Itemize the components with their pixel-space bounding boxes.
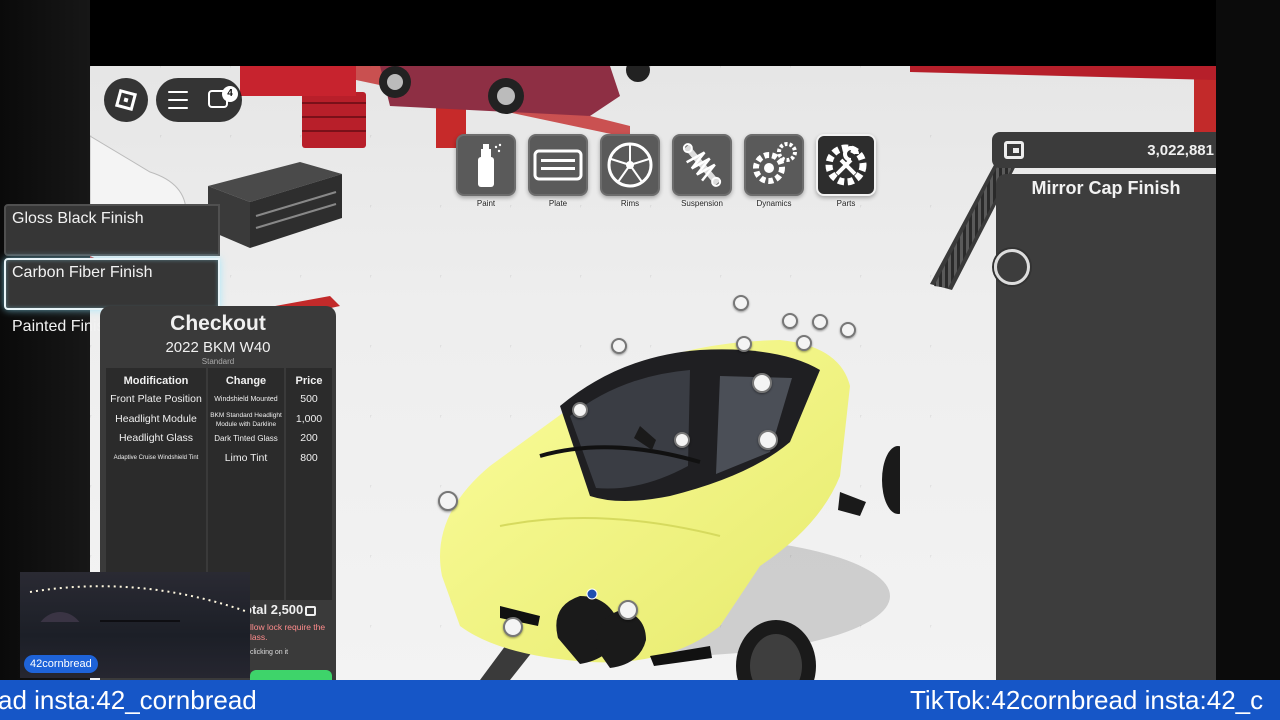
wrench-gear-icon (825, 144, 867, 186)
screen: 4 Paint Plate Rims Suspension Dynamics P… (0, 0, 1280, 720)
hotspot-dot[interactable] (812, 314, 828, 330)
license-plate-icon (533, 149, 583, 181)
yellow-car[interactable] (420, 266, 900, 680)
currency-value: 3,022,881 (1147, 142, 1214, 159)
tool-dynamics[interactable]: Dynamics (744, 134, 804, 208)
rim-icon (607, 142, 653, 188)
hotspot-dot[interactable] (840, 322, 856, 338)
hotspot-dot[interactable] (752, 373, 772, 393)
tool-plate[interactable]: Plate (528, 134, 588, 208)
menu-chat-pill: 4 (156, 78, 242, 122)
hotspot-dot[interactable] (736, 336, 752, 352)
webcam-username: 42cornbread (24, 655, 98, 673)
tool-parts[interactable]: Parts (816, 134, 876, 208)
coilover-icon (682, 143, 722, 187)
table-cell: Limo Tint (224, 451, 268, 464)
table-cell: BKM Standard Headlight Module with Darkl… (210, 411, 282, 428)
tool-plate-button[interactable] (528, 134, 588, 196)
tool-paint-button[interactable] (456, 134, 516, 196)
modification-table: Modification Front Plate Position Headli… (106, 368, 332, 600)
ticker-text-right: TikTok:42cornbread insta:42_c (910, 685, 1264, 715)
checkout-car-name: 2022 BKM W40 (165, 339, 271, 356)
tool-rims[interactable]: Rims (600, 134, 660, 208)
hotspot-dot[interactable] (782, 313, 798, 329)
checkout-title: Checkout (170, 312, 266, 335)
table-cell: Front Plate Position (110, 393, 202, 405)
currency-display: 3,022,881 (992, 132, 1216, 168)
webcam-led-strip (29, 585, 249, 622)
finish-option-gloss-black[interactable]: Gloss Black Finish (4, 204, 220, 256)
tool-label: Plate (548, 199, 568, 208)
tool-paint[interactable]: Paint (456, 134, 516, 208)
roblox-menu-button[interactable] (104, 78, 148, 122)
tool-label: Rims (620, 199, 640, 208)
hotspot-dot[interactable] (796, 335, 812, 351)
hotspot-dot[interactable] (438, 491, 458, 511)
table-cell: 500 (300, 393, 318, 405)
table-cell: Adaptive Cruise Windshield Tint (113, 454, 199, 461)
hotspot-dot[interactable] (572, 402, 588, 418)
cursor-ring-icon (994, 249, 1030, 285)
hotspot-dot[interactable] (733, 295, 749, 311)
ticker-text-left: ad insta:42_cornbread (0, 685, 257, 715)
hotspot-dot[interactable] (611, 338, 627, 354)
tool-suspension[interactable]: Suspension (672, 134, 732, 208)
modification-column: Modification Front Plate Position Headli… (106, 368, 206, 600)
customization-toolbar: Paint Plate Rims Suspension Dynamics Par… (456, 134, 876, 208)
hamburger-menu-icon[interactable] (168, 91, 188, 109)
gears-icon (753, 142, 797, 184)
spray-can-icon (478, 143, 502, 187)
stream-right-border (1216, 0, 1280, 680)
table-cell: Headlight Module (115, 412, 197, 425)
finish-panel-title: Mirror Cap Finish (1031, 178, 1181, 198)
chat-badge: 4 (222, 86, 238, 102)
table-cell: Headlight Glass (118, 432, 194, 444)
wallet-icon (1004, 141, 1024, 159)
stream-top-border (0, 0, 1280, 66)
checkout-hint: clicking on it (250, 649, 289, 656)
currency-icon (305, 605, 317, 616)
column-header: Change (225, 375, 267, 387)
table-cell: 800 (300, 451, 318, 464)
tool-label: Parts (836, 199, 856, 208)
table-cell: 1,000 (295, 412, 323, 425)
checkout-warning: llow lock require the lass. (250, 622, 326, 642)
table-cell: 200 (300, 432, 318, 444)
checkout-trim: Standard (201, 357, 235, 366)
hotspot-dot[interactable] (674, 432, 690, 448)
tool-parts-button[interactable] (816, 134, 876, 196)
hotspot-dot[interactable] (503, 617, 523, 637)
roblox-logo-icon (114, 88, 138, 112)
finish-panel: Mirror Cap Finish (996, 174, 1216, 680)
tool-label: Dynamics (756, 199, 792, 208)
change-column: Change Windshield Mounted BKM Standard H… (208, 368, 284, 600)
checkout-total-text: otal 2,500 (244, 602, 304, 617)
tool-label: Suspension (681, 199, 723, 208)
tool-label: Paint (476, 199, 496, 208)
stream-ticker: ad insta:42_cornbread TikTok:42cornbread… (0, 680, 1280, 720)
tool-suspension-button[interactable] (672, 134, 732, 196)
hotspot-dot[interactable] (618, 600, 638, 620)
checkout-total: otal 2,500 (244, 602, 317, 617)
finish-option-carbon-fiber[interactable]: Carbon Fiber Finish (4, 258, 220, 310)
tool-rims-button[interactable] (600, 134, 660, 196)
table-cell: Dark Tinted Glass (214, 434, 278, 443)
tool-dynamics-button[interactable] (744, 134, 804, 196)
price-column: Price 500 1,000 200 800 (286, 368, 332, 600)
hotspot-dot[interactable] (758, 430, 778, 450)
column-header: Price (295, 375, 323, 387)
table-cell: Windshield Mounted (214, 396, 278, 403)
column-header: Modification (123, 375, 189, 387)
